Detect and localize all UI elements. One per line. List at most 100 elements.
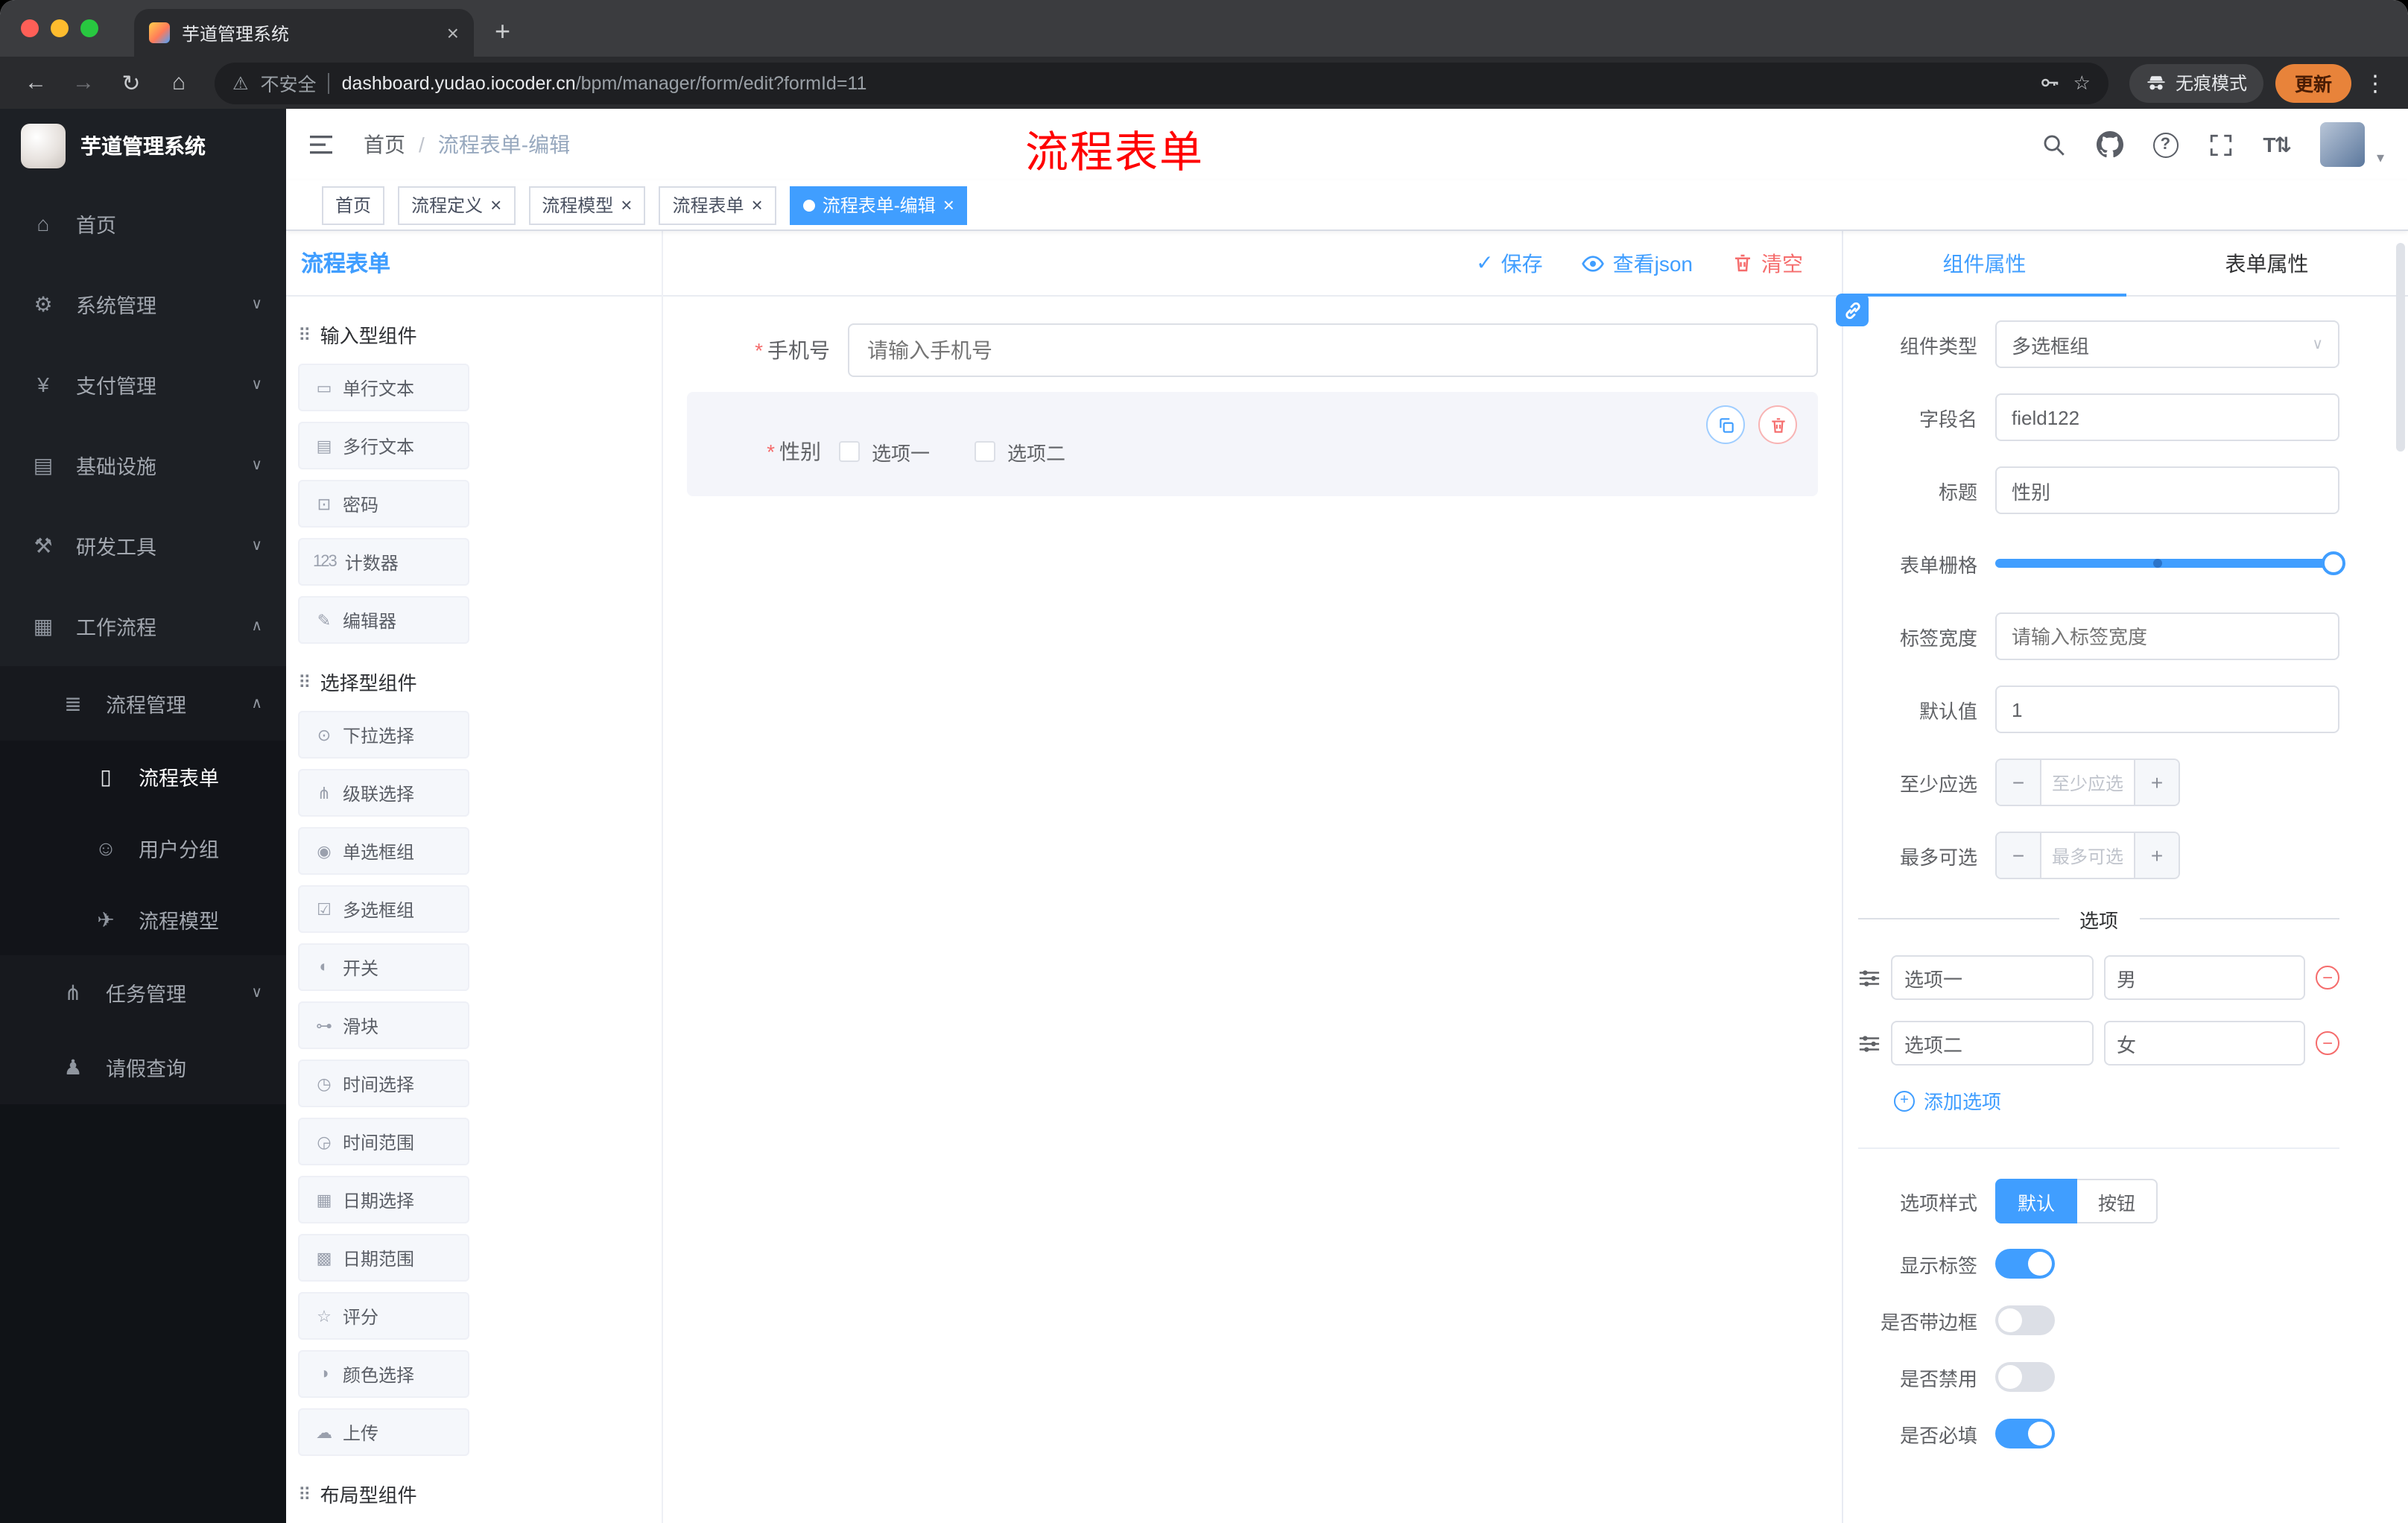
increase-button[interactable]: + — [2134, 833, 2179, 878]
canvas-field-gender-selected[interactable]: * 性别 选项一 选项二 — [687, 392, 1818, 496]
sidebar-menu-item[interactable]: ▤ 基础设施 ∨ — [0, 425, 286, 505]
window-minimize-button[interactable] — [51, 19, 69, 37]
sidebar-menu-item[interactable]: ¥ 支付管理 ∨ — [0, 344, 286, 425]
window-zoom-button[interactable] — [80, 19, 98, 37]
tab-form-props[interactable]: 表单属性 — [2126, 231, 2408, 295]
clear-button[interactable]: 清空 — [1731, 248, 1803, 278]
option-label-input[interactable] — [1891, 1021, 2093, 1066]
browser-tab[interactable]: 芋道管理系统 × — [134, 9, 474, 57]
palette-item[interactable]: ◶ 时间范围 — [298, 1118, 469, 1165]
sidebar-menu-item[interactable]: ⚒ 研发工具 ∨ — [0, 505, 286, 586]
title-input[interactable] — [1995, 466, 2339, 514]
delete-field-button[interactable] — [1758, 405, 1797, 444]
tag[interactable]: 流程定义 × — [398, 186, 516, 224]
github-icon[interactable] — [2096, 131, 2123, 158]
remove-option-button[interactable]: − — [2316, 966, 2339, 990]
sidebar-menu-item[interactable]: ⌂ 首页 — [0, 183, 286, 264]
password-key-icon[interactable] — [2039, 72, 2062, 94]
max-select-stepper[interactable]: − 最多可选 + — [1995, 832, 2180, 879]
field-name-input[interactable] — [1995, 393, 2339, 441]
palette-item[interactable]: 123 计数器 — [298, 538, 469, 586]
browser-update-button[interactable]: 更新 — [2275, 63, 2351, 102]
forward-icon[interactable]: → — [63, 62, 104, 104]
palette-item[interactable]: ⋔ 级联选择 — [298, 769, 469, 817]
toggle-switch[interactable] — [1995, 1305, 2055, 1335]
tag[interactable]: 首页 — [322, 186, 385, 224]
option-label-input[interactable] — [1891, 955, 2093, 1000]
new-tab-button[interactable]: + — [495, 16, 510, 48]
increase-button[interactable]: + — [2134, 760, 2179, 805]
tag-close-icon[interactable]: × — [752, 195, 763, 215]
sidebar-menu-item[interactable]: ☺ 用户分组 — [0, 812, 286, 884]
palette-item[interactable]: ✎ 编辑器 — [298, 596, 469, 644]
decrease-button[interactable]: − — [1997, 833, 2041, 878]
sidebar-menu-item[interactable]: ⚙ 系统管理 ∨ — [0, 264, 286, 344]
min-select-stepper[interactable]: − 至少应选 + — [1995, 759, 2180, 806]
font-size-icon[interactable]: T⇅ — [2263, 132, 2292, 157]
palette-item[interactable]: ◷ 时间选择 — [298, 1060, 469, 1107]
palette-item[interactable]: ☁ 上传 — [298, 1408, 469, 1456]
canvas-field-phone[interactable]: * 手机号 — [687, 323, 1818, 377]
gender-option-checkbox[interactable]: 选项二 — [975, 437, 1065, 466]
scrollbar-thumb[interactable] — [2396, 243, 2405, 452]
palette-item[interactable]: ◐ 开关 — [298, 943, 469, 991]
option-value-input[interactable] — [2103, 1021, 2305, 1066]
palette-item[interactable]: ⊡ 密码 — [298, 480, 469, 528]
palette-item[interactable]: ▦ 日期选择 — [298, 1176, 469, 1223]
palette-item[interactable]: ⊙ 下拉选择 — [298, 711, 469, 759]
save-button[interactable]: ✓ 保存 — [1476, 248, 1542, 278]
window-close-button[interactable] — [21, 19, 39, 37]
avatar-caret-icon[interactable]: ▾ — [2377, 151, 2384, 167]
checkbox-icon[interactable] — [839, 441, 860, 462]
duplicate-field-button[interactable] — [1706, 405, 1745, 444]
tag-close-icon[interactable]: × — [943, 195, 954, 215]
option-drag-handle-icon[interactable] — [1858, 1032, 1881, 1054]
help-icon[interactable]: ? — [2152, 132, 2179, 157]
palette-item[interactable]: ▩ 日期范围 — [298, 1234, 469, 1282]
tag-close-icon[interactable]: × — [490, 195, 501, 215]
palette-item[interactable]: ▭ 单行文本 — [298, 364, 469, 411]
sidebar-menu-item[interactable]: ≣ 流程管理 ∧ — [0, 666, 286, 741]
sidebar-menu-item[interactable]: ♟ 请假查询 — [0, 1030, 286, 1104]
slider-track[interactable] — [1995, 559, 2339, 568]
add-option-button[interactable]: + 添加选项 — [1894, 1086, 2339, 1115]
sidebar-menu-item[interactable]: ▦ 工作流程 ∧ — [0, 586, 286, 666]
palette-item[interactable]: ⊶ 滑块 — [298, 1001, 469, 1049]
remove-option-button[interactable]: − — [2316, 1031, 2339, 1055]
phone-input[interactable] — [848, 323, 1818, 377]
stepper-placeholder[interactable]: 至少应选 — [2041, 760, 2134, 805]
form-grid-slider[interactable] — [1995, 539, 2345, 587]
component-type-select[interactable]: 多选框组 ∨ — [1995, 320, 2339, 368]
tag[interactable]: 流程表单 × — [659, 186, 776, 224]
style-button-button[interactable]: 按钮 — [2077, 1179, 2158, 1223]
toggle-switch[interactable] — [1995, 1249, 2055, 1279]
gender-option-checkbox[interactable]: 选项一 — [839, 437, 930, 466]
home-icon[interactable]: ⌂ — [158, 62, 200, 104]
option-drag-handle-icon[interactable] — [1858, 966, 1881, 989]
avatar[interactable] — [2319, 122, 2365, 167]
palette-item[interactable]: ▤ 多行文本 — [298, 422, 469, 469]
sidebar-menu-item[interactable]: ✈ 流程模型 — [0, 884, 286, 955]
option-value-input[interactable] — [2103, 955, 2305, 1000]
palette-item[interactable]: ☑ 多选框组 — [298, 885, 469, 933]
search-icon[interactable] — [2041, 132, 2066, 157]
stepper-placeholder[interactable]: 最多可选 — [2041, 833, 2134, 878]
label-width-input[interactable] — [1995, 612, 2339, 660]
link-chip[interactable] — [1836, 294, 1869, 326]
slider-handle[interactable] — [2322, 551, 2345, 575]
palette-item[interactable]: ◉ 单选框组 — [298, 827, 469, 875]
style-default-button[interactable]: 默认 — [1995, 1179, 2078, 1223]
fullscreen-icon[interactable] — [2208, 132, 2233, 157]
tab-component-props[interactable]: 组件属性 — [1843, 231, 2126, 297]
palette-item[interactable]: ☆ 评分 — [298, 1292, 469, 1340]
tab-close-icon[interactable]: × — [447, 21, 459, 45]
default-value-input[interactable] — [1995, 685, 2339, 733]
reload-icon[interactable]: ↻ — [110, 62, 152, 104]
tag[interactable]: 流程模型 × — [528, 186, 646, 224]
view-json-button[interactable]: 查看json — [1582, 248, 1693, 278]
palette-item[interactable]: ◑ 颜色选择 — [298, 1350, 469, 1398]
breadcrumb-home[interactable]: 首页 — [364, 130, 405, 159]
sidebar-menu-item[interactable]: ▯ 流程表单 — [0, 741, 286, 812]
hamburger-icon[interactable] — [310, 131, 337, 158]
back-icon[interactable]: ← — [15, 62, 57, 104]
